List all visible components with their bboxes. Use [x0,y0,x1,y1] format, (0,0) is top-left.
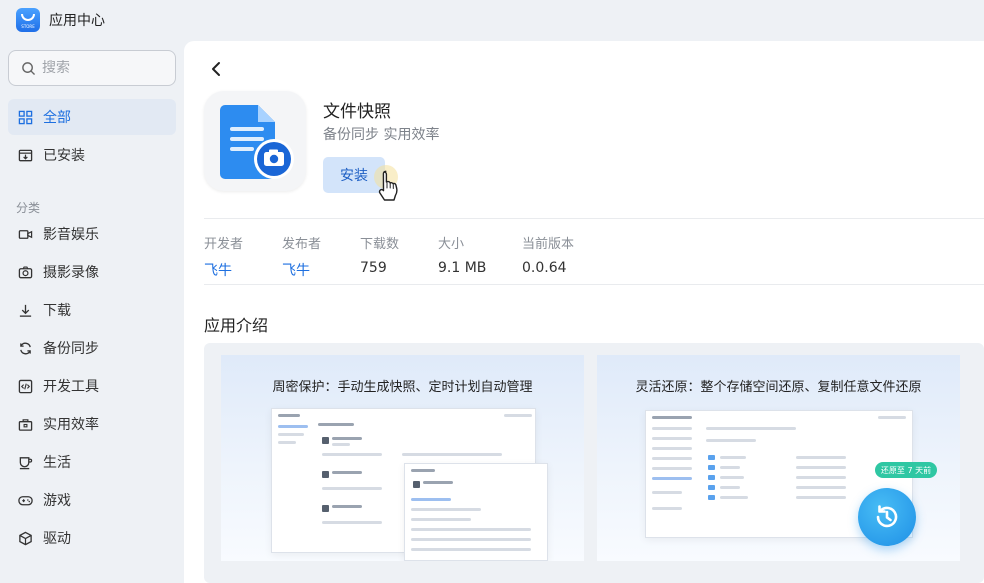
mini-dialog [404,463,548,561]
sidebar-item-label: 驱动 [43,531,71,547]
sidebar-item-devtools[interactable]: 开发工具 [8,368,176,404]
search-input[interactable] [42,60,162,76]
gamepad-icon [17,495,33,505]
app-detail-panel: 文件快照 备份同步 实用效率 安装 开发者 飞牛 发布者 飞牛 下载数 759 … [184,41,984,583]
download-count: 759 [360,260,387,276]
meta-label: 当前版本 [522,237,575,252]
sidebar-item-utility[interactable]: 实用效率 [8,406,176,442]
meta-downloads: 下载数 759 [360,233,399,276]
sidebar-item-label: 实用效率 [43,417,99,433]
store-logo-text: STORE [21,24,35,29]
search-icon [22,61,35,75]
sidebar-item-media[interactable]: 影音娱乐 [8,216,176,252]
window-title: 应用中心 [49,13,105,29]
app-icon [204,91,306,191]
toolbox-icon [18,418,32,431]
restore-badge: 还原至 7 天前 [875,462,937,478]
meta-developer: 开发者 飞牛 [204,233,243,280]
sidebar-item-photo[interactable]: 摄影录像 [8,254,176,290]
store-logo-icon: STORE [16,8,40,32]
sidebar-item-label: 摄影录像 [43,265,99,281]
restore-button-preview [858,488,916,546]
app-version: 0.0.64 [522,260,567,276]
divider [204,218,984,219]
installed-icon [18,149,32,161]
sidebar-item-label: 游戏 [43,493,71,509]
sidebar-item-drivers[interactable]: 驱动 [8,520,176,556]
intro-heading: 应用介绍 [204,316,269,335]
meta-publisher: 发布者 飞牛 [282,233,321,280]
sidebar-item-label: 已安装 [43,148,85,164]
sidebar-item-label: 开发工具 [43,379,99,395]
sidebar-item-label: 备份同步 [43,341,99,357]
sidebar-item-label: 下载 [43,303,71,319]
screenshot-2[interactable]: 灵活还原：整个存储空间还原、复制任意文件还原 还原至 7 天前 [597,355,960,561]
screenshot-caption: 周密保护：手动生成快照、定时计划自动管理 [272,380,533,395]
publisher-link[interactable]: 飞牛 [282,260,321,280]
meta-label: 下载数 [360,237,400,252]
cup-icon [19,456,32,469]
sidebar-item-games[interactable]: 游戏 [8,482,176,518]
app-size: 9.1 MB [438,260,487,276]
sync-icon [19,342,31,354]
hand-cursor-icon [374,165,398,201]
app-name: 文件快照 [323,102,391,122]
title-bar: STORE 应用中心 [0,0,984,40]
cube-icon [18,531,32,545]
category-heading: 分类 [16,201,41,215]
sidebar-item-download[interactable]: 下载 [8,292,176,328]
sidebar-item-label: 影音娱乐 [43,227,99,243]
app-categories: 备份同步 实用效率 [323,127,440,143]
grid-icon [18,110,32,124]
sidebar-item-label: 生活 [43,455,71,471]
sidebar: 全部 已安装 分类 影音娱乐 摄影录像 下载 备份同步 开发工具 实用效率 生活… [0,40,184,583]
code-icon [18,379,32,393]
sidebar-item-installed[interactable]: 已安装 [8,137,176,173]
history-restore-icon [876,505,898,528]
meta-label: 发布者 [282,237,322,252]
download-icon [19,304,31,317]
sidebar-item-all[interactable]: 全部 [8,99,176,135]
meta-size: 大小 9.1 MB [438,233,486,276]
file-snapshot-icon [220,105,294,179]
screenshot-gallery: 周密保护：手动生成快照、定时计划自动管理 灵活还原：整个存储空间还原、复制任意文… [204,343,984,583]
meta-label: 大小 [438,237,465,252]
developer-link[interactable]: 飞牛 [204,260,243,280]
divider [204,284,984,285]
meta-label: 开发者 [204,237,244,252]
video-camera-icon [18,229,32,239]
meta-version: 当前版本 0.0.64 [522,233,574,276]
back-button[interactable] [206,57,226,81]
chevron-left-icon [212,62,220,76]
sidebar-item-life[interactable]: 生活 [8,444,176,480]
screenshot-1[interactable]: 周密保护：手动生成快照、定时计划自动管理 [221,355,584,561]
sidebar-item-backup[interactable]: 备份同步 [8,330,176,366]
screenshot-caption: 灵活还原：整个存储空间还原、复制任意文件还原 [635,380,922,395]
camera-icon [18,266,32,278]
search-box[interactable] [8,50,176,86]
sidebar-item-label: 全部 [43,110,71,126]
